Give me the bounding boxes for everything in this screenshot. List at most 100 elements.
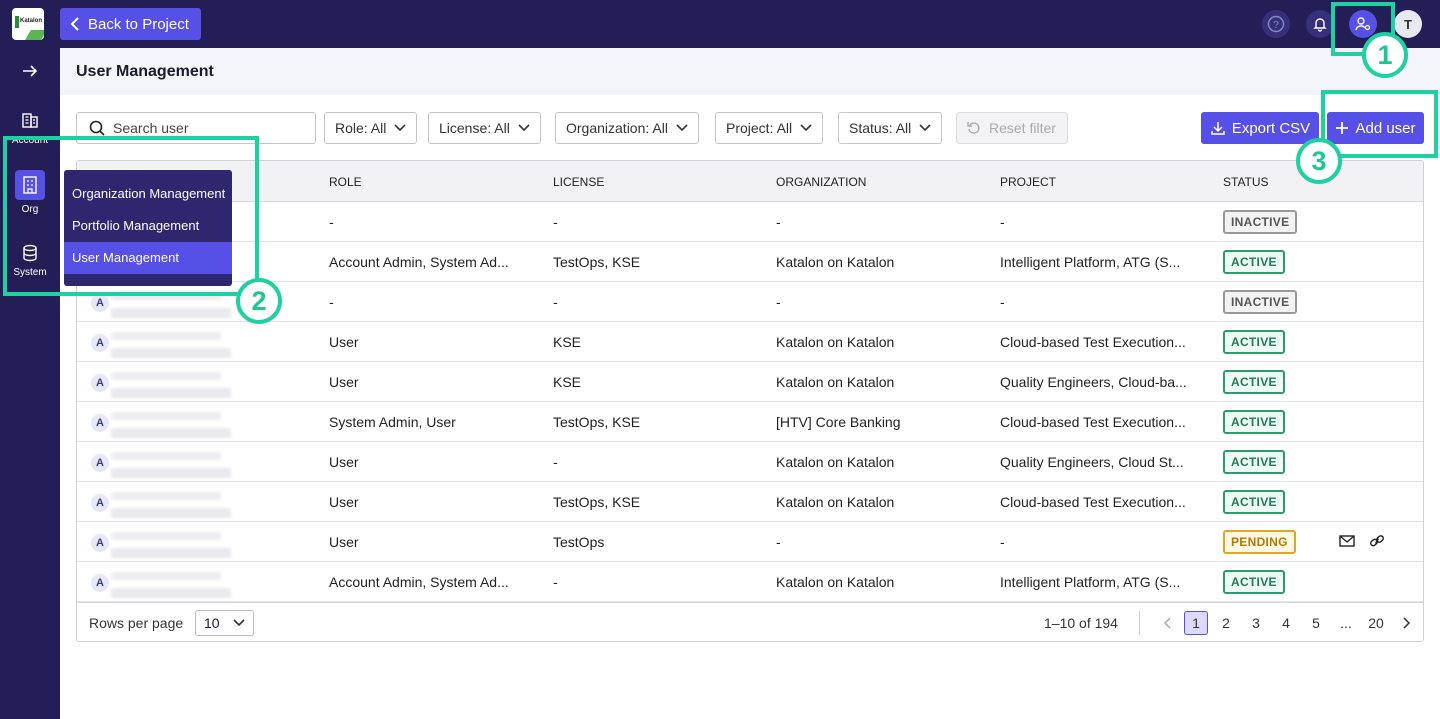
table-row[interactable]: A System Admin, User TestOps, KSE [HTV] Cor… [77,402,1423,442]
chevron-down-icon [394,124,406,132]
cell-license: - [553,454,558,470]
link-icon[interactable] [1369,534,1385,548]
table-footer: Rows per page 10 1–10 of 194 1 2 3 4 5... 20 [77,602,1423,641]
redacted-text [111,388,231,398]
callout-1: 1 [1362,32,1408,78]
cell-role: User [329,534,359,550]
table-header: ROLE LICENSE ORGANIZATION PROJECT STATUS [77,161,1423,202]
license-filter[interactable]: License: All [428,112,541,144]
avatar: A [91,574,109,592]
project-filter[interactable]: Project: All [715,112,824,144]
status-badge: ACTIVE [1223,450,1285,474]
cell-role: User [329,494,359,510]
help-icon[interactable]: ? [1262,10,1290,38]
redacted-text [111,588,231,598]
status-badge: ACTIVE [1223,250,1285,274]
bell-icon[interactable] [1306,10,1334,38]
cell-project: - [1000,534,1005,550]
status-badge: INACTIVE [1223,210,1298,234]
redacted-text [111,468,231,478]
organization-filter[interactable]: Organization: All [555,112,699,144]
table-row[interactable]: Account Admin, System Ad... TestOps, KSE K… [77,242,1423,282]
cell-project: Cloud-based Test Execution... [1000,334,1186,350]
search-icon [89,120,105,136]
reset-icon [967,122,980,134]
users-table: ROLE LICENSE ORGANIZATION PROJECT STATUS… [76,160,1424,642]
cell-organization: Katalon on Katalon [776,334,895,350]
cell-project: Cloud-based Test Execution... [1000,414,1186,430]
avatar[interactable]: T [1394,10,1422,38]
status-badge: ACTIVE [1223,370,1285,394]
mail-icon[interactable] [1339,534,1355,548]
highlight-box-2 [3,136,259,296]
cell-role: Account Admin, System Ad... [329,254,509,270]
back-to-project-button[interactable]: Back to Project [60,8,201,40]
cell-organization: - [776,534,781,550]
cell-organization: - [776,294,781,310]
page-button[interactable]: 5 [1304,611,1328,635]
export-csv-label: Export CSV [1231,119,1311,137]
avatar: A [91,494,109,512]
project-filter-label: Project: All [726,120,793,136]
column-header-status[interactable]: STATUS [1223,175,1269,189]
table-row[interactable]: - - - - INACTIVE [77,202,1423,242]
cell-license: TestOps [553,534,605,550]
column-header-organization[interactable]: ORGANIZATION [776,175,866,189]
status-filter[interactable]: Status: All [838,112,943,144]
chevron-down-icon [919,124,931,132]
page-button[interactable]: 3 [1244,611,1268,635]
prev-page-button[interactable] [1155,611,1179,635]
cell-license: - [553,574,558,590]
chevron-down-icon [518,124,530,132]
cell-role: - [329,214,334,230]
katalon-logo[interactable]: Katalon [12,8,44,40]
cell-license: KSE [553,334,582,350]
divider [1139,611,1140,635]
page-ellipsis: ... [1340,615,1352,631]
cell-organization: Katalon on Katalon [776,374,895,390]
reset-filter-button[interactable]: Reset filter [956,112,1068,144]
table-row[interactable]: A User KSE Katalon on Katalon Quality Engine… [77,362,1423,402]
page-button[interactable]: 2 [1214,611,1238,635]
redacted-text [111,372,221,380]
expand-sidebar-icon[interactable] [0,62,60,83]
column-header-license[interactable]: LICENSE [553,175,604,189]
column-header-role[interactable]: ROLE [329,175,362,189]
status-badge: PENDING [1223,530,1296,554]
export-csv-button[interactable]: Export CSV [1201,112,1319,144]
redacted-text [111,572,221,580]
status-badge: ACTIVE [1223,490,1285,514]
avatar: A [91,374,109,392]
redacted-text [111,452,221,460]
cell-organization: [HTV] Core Banking [776,414,901,430]
redacted-text [111,532,221,540]
role-filter[interactable]: Role: All [324,112,418,144]
table-row[interactable]: A User TestOps - - PENDING [77,522,1423,562]
status-badge: ACTIVE [1223,570,1285,594]
next-page-button[interactable] [1395,611,1419,635]
status-badge: ACTIVE [1223,410,1285,434]
table-row[interactable]: A User KSE Katalon on Katalon Cloud-based Te… [77,322,1423,362]
redacted-text [111,348,231,358]
table-row[interactable]: A Account Admin, System Ad... - Katalon on … [77,562,1423,602]
rows-per-page-select[interactable]: 10 [195,610,254,636]
page-button[interactable]: 20 [1364,611,1388,635]
cell-license: KSE [553,374,582,390]
table-row[interactable]: A User - Katalon on Katalon Quality Engineer… [77,442,1423,482]
redacted-text [111,492,221,500]
search-placeholder: Search user [113,120,189,136]
redacted-text [111,308,231,318]
avatar: A [91,294,109,312]
cell-license: TestOps, KSE [553,494,641,510]
status-badge: INACTIVE [1223,290,1298,314]
building-icon [22,113,38,128]
page-button[interactable]: 4 [1274,611,1298,635]
cell-license: - [553,294,558,310]
column-header-project[interactable]: PROJECT [1000,175,1056,189]
page-button[interactable]: 1 [1184,611,1208,635]
cell-organization: - [776,214,781,230]
avatar: A [91,454,109,472]
callout-2: 2 [236,278,282,324]
chevron-right-icon [1403,617,1411,629]
table-row[interactable]: A User TestOps, KSE Katalon on Katalon Cloud… [77,482,1423,522]
